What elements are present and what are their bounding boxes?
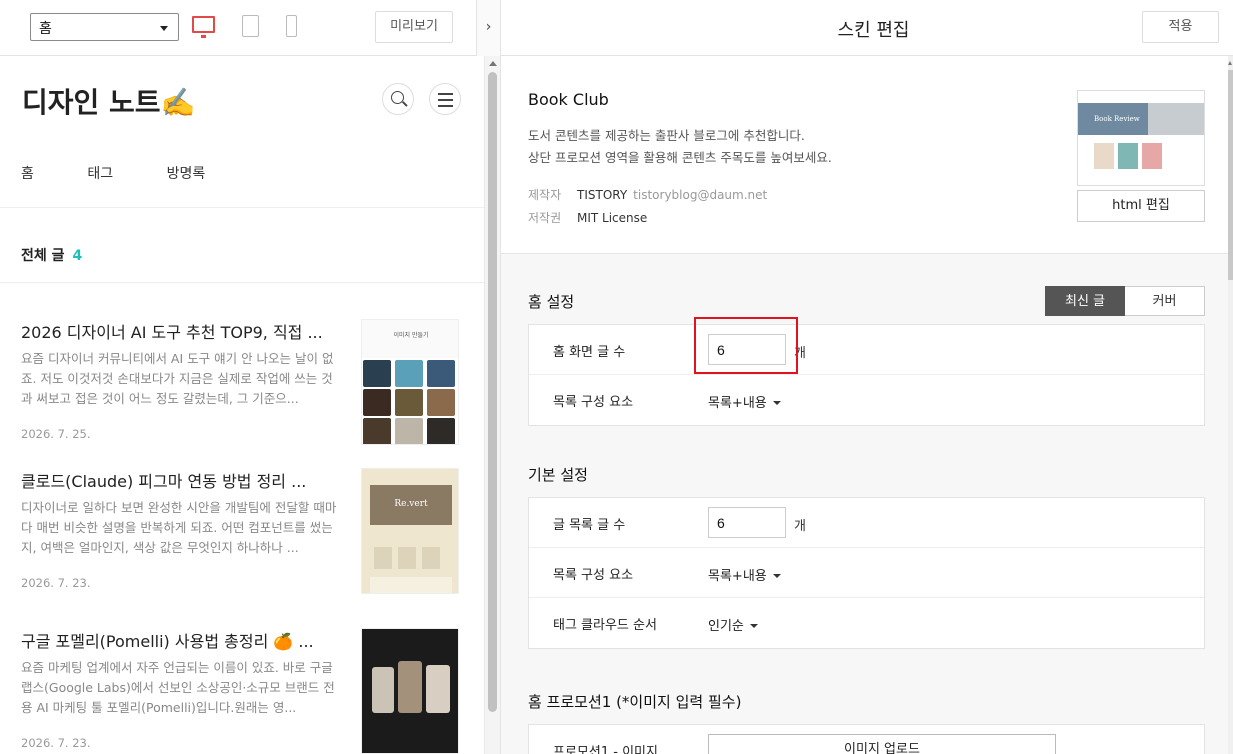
scroll-up-icon[interactable] [1228,61,1232,65]
nav-item-guestbook[interactable]: 방명록 [167,166,206,182]
post-excerpt: 요즘 디자이너 커뮤니티에서 AI 도구 얘기 안 나오는 날이 없죠. 저도 … [21,351,334,406]
skin-thumbnail: Book Review [1077,90,1205,186]
apply-button[interactable]: 적용 [1142,11,1219,43]
setting-label: 프로모션1 - 이미지 [553,745,658,754]
tab-cover[interactable]: 커버 [1125,286,1205,316]
setting-label: 목록 구성 요소 [553,568,634,583]
setting-row: 태그 클라우드 순서 인기순 [529,598,1204,648]
skin-license: 저작권 MIT License [528,211,648,225]
setting-row: 홈 화면 글 수 개 [529,325,1204,375]
caret-down-icon [749,624,758,628]
preview-scrollbar[interactable] [484,56,500,754]
skin-info: Book Club 도서 콘텐츠를 제공하는 출판사 블로그에 추천합니다. 상… [501,56,1229,254]
page-select-value: 홈 [39,21,52,37]
page-select[interactable]: 홈 [30,13,179,41]
caret-down-icon [772,574,781,578]
post-date: 2026. 7. 23. [21,736,91,750]
skin-maker: 제작자 TISTORY tistoryblog@daum.net [528,188,768,202]
scrollbar-thumb[interactable] [488,72,497,712]
chevron-down-icon [160,26,168,31]
post-date: 2026. 7. 25. [21,427,91,441]
post-item[interactable]: 2026 디자이너 AI 도구 추천 TOP9, 직접 ... 요즘 디자이너 … [21,319,461,449]
nav-item-home[interactable]: 홈 [21,166,34,182]
post-excerpt: 요즘 마케팅 업계에서 자주 언급되는 이름이 있죠. 바로 구글 랩스(Goo… [21,660,335,715]
basic-settings-panel: 글 목록 글 수 개 목록 구성 요소 목록+내용 태그 클라우드 순서 인기순 [528,497,1205,649]
list-post-count-input[interactable] [708,507,786,538]
post-item[interactable]: 클로드(Claude) 피그마 연동 방법 정리 ... 디자이너로 일하다 보… [21,468,461,598]
skin-description: 도서 콘텐츠를 제공하는 출판사 블로그에 추천합니다. 상단 프로모션 영역을… [528,128,832,165]
blog-preview: 디자인 노트✍ 홈 태그 방명록 전체 글4 2026 디자이너 AI 도구 추… [0,56,484,754]
caret-down-icon [772,401,781,405]
blog-nav: 홈 태그 방명록 [21,163,254,183]
post-thumbnail[interactable]: 이미지 만들기 [361,319,459,445]
mobile-icon[interactable] [286,15,297,37]
editor-scrollbar[interactable] [1228,56,1233,754]
image-upload-button[interactable]: 이미지 업로드 [708,734,1056,754]
post-title[interactable]: 2026 디자이너 AI 도구 추천 TOP9, 직접 ... [21,319,341,343]
divider [0,207,484,208]
html-edit-button[interactable]: html 편집 [1077,190,1205,222]
post-title[interactable]: 구글 포멜리(Pomelli) 사용법 총정리 🍊 ... [21,628,341,652]
setting-label: 홈 화면 글 수 [553,345,626,360]
list-composition-dropdown[interactable]: 목록+내용 [708,392,781,411]
scrollbar-thumb[interactable] [1228,70,1233,280]
post-title[interactable]: 클로드(Claude) 피그마 연동 방법 정리 ... [21,468,341,492]
unit-label: 개 [794,346,806,361]
preview-toolbar: 홈 미리보기 › [0,0,500,56]
home-settings-title: 홈 설정 [528,293,575,311]
home-settings-panel: 홈 화면 글 수 개 목록 구성 요소 목록+내용 [528,324,1205,426]
setting-row: 목록 구성 요소 목록+내용 [529,375,1204,425]
unit-label: 개 [794,519,806,534]
post-thumbnail[interactable]: Re.vert [361,468,459,594]
scroll-up-icon[interactable] [489,61,497,66]
setting-row: 글 목록 글 수 개 [529,498,1204,548]
setting-label: 글 목록 글 수 [553,518,626,533]
list-composition-dropdown[interactable]: 목록+내용 [708,565,781,584]
promotion-panel: 프로모션1 - 이미지 이미지 업로드 [528,724,1205,754]
setting-label: 목록 구성 요소 [553,395,634,410]
search-button[interactable] [382,83,414,115]
setting-label: 태그 클라우드 순서 [553,618,657,633]
preview-button[interactable]: 미리보기 [375,11,453,43]
desktop-icon[interactable] [192,16,215,38]
total-posts-count: 4 [72,248,83,264]
menu-button[interactable] [429,83,461,115]
tag-cloud-order-dropdown[interactable]: 인기순 [708,615,758,634]
divider [0,282,484,283]
skin-name: Book Club [528,90,609,109]
setting-row: 목록 구성 요소 목록+내용 [529,548,1204,598]
post-thumbnail[interactable] [361,628,459,754]
editor-header: 스킨 편집 적용 [500,0,1233,56]
total-posts-label: 전체 글4 [21,248,83,264]
setting-row: 프로모션1 - 이미지 이미지 업로드 [529,725,1204,754]
post-date: 2026. 7. 23. [21,576,91,590]
tablet-icon[interactable] [242,15,259,37]
page-title: 스킨 편집 [837,20,910,41]
post-item[interactable]: 구글 포멜리(Pomelli) 사용법 총정리 🍊 ... 요즘 마케팅 업계에… [21,628,461,754]
blog-title: 디자인 노트✍ [22,86,196,119]
tab-latest-posts[interactable]: 최신 글 [1045,286,1125,316]
chevron-right-icon: › [485,19,492,35]
skin-editor: Book Club 도서 콘텐츠를 제공하는 출판사 블로그에 추천합니다. 상… [500,56,1233,754]
home-post-count-input[interactable] [708,334,786,365]
basic-settings-title: 기본 설정 [528,466,588,484]
home-mode-toggle: 최신 글 커버 [1045,286,1205,316]
collapse-panel-button[interactable]: › [476,0,500,56]
post-excerpt: 디자이너로 일하다 보면 완성한 시안을 개발팀에 전달할 때마다 매번 비슷한… [21,500,337,555]
nav-item-tag[interactable]: 태그 [87,166,113,182]
promotion-title: 홈 프로모션1 (*이미지 입력 필수) [528,693,742,711]
